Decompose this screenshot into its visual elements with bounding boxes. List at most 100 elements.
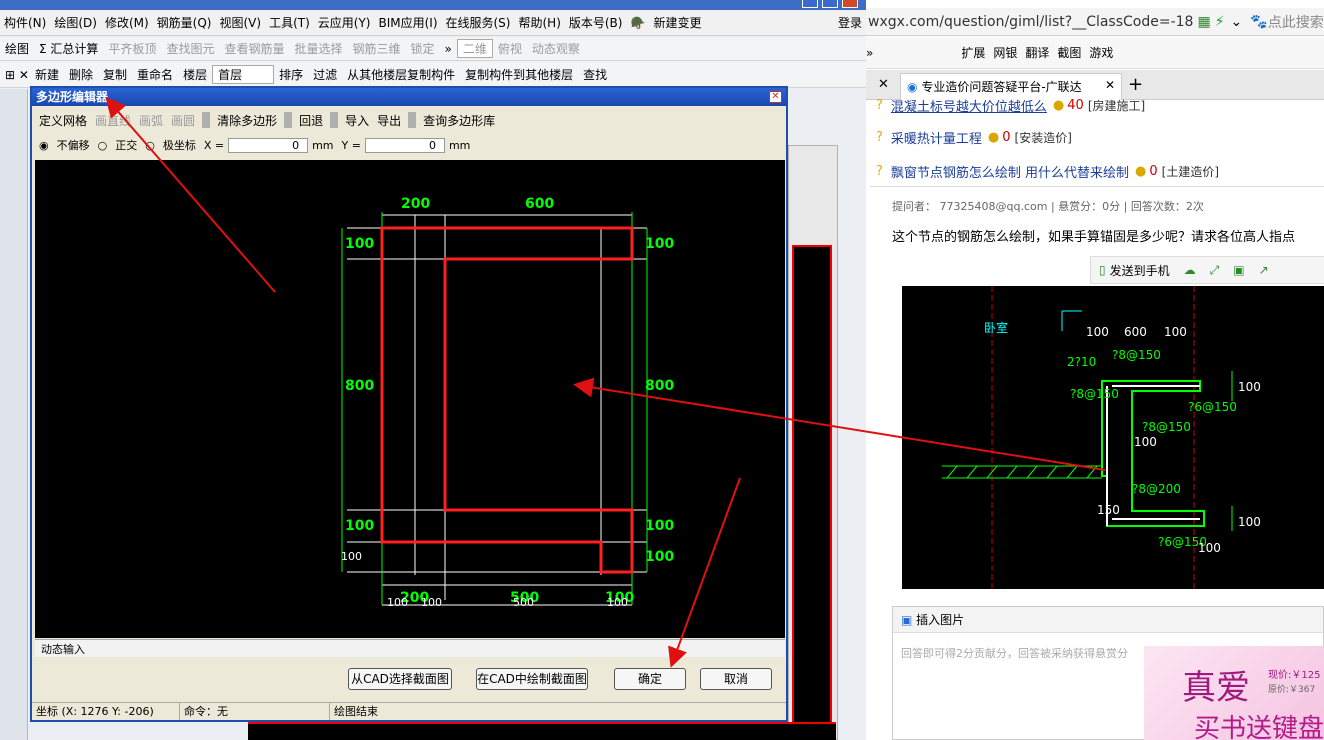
panel-pin-icon[interactable]: ⊞ ✕ — [0, 68, 30, 82]
rename-button[interactable]: 重命名 — [132, 66, 178, 83]
draw-in-cad-button[interactable]: 在CAD中绘制截面图 — [476, 668, 588, 690]
asker-name[interactable]: 77325408@qq.com — [940, 200, 1048, 213]
x-input[interactable]: 0 — [228, 137, 309, 153]
menu-item-cloud[interactable]: 云应用(Y) — [314, 14, 375, 31]
delete-button[interactable]: 删除 — [64, 66, 98, 83]
radio-ortho[interactable]: ○ — [94, 139, 112, 152]
question-item[interactable]: ? 飘窗节点钢筋怎么绘制 用什么代替来绘制 ● 0 [土建造价] — [876, 162, 1219, 181]
draw-circle-button[interactable]: 画圆 — [167, 112, 199, 129]
polar-label: 极坐标 — [162, 139, 196, 152]
tab-close-icon[interactable]: ✕ — [1105, 78, 1115, 92]
menu-item-tools[interactable]: 工具(T) — [265, 14, 314, 31]
qr-icon[interactable]: ▦ — [1197, 14, 1210, 30]
y-input[interactable]: 0 — [364, 137, 445, 153]
menu-item-version[interactable]: 版本号(B) — [565, 14, 627, 31]
radio-no-offset[interactable]: ◉ — [35, 139, 53, 152]
query-library-button[interactable]: 查询多边形库 — [419, 112, 499, 129]
view-rebar-button[interactable]: 查看钢筋量 — [219, 40, 289, 57]
draw-button[interactable]: 绘图 — [0, 40, 34, 57]
new-tab-icon[interactable]: + — [1128, 74, 1143, 95]
question-title[interactable]: 混凝土标号越大价位越低么 — [891, 97, 1047, 114]
search-hint[interactable]: 点此搜索 — [1268, 12, 1324, 32]
undo-button[interactable]: 回退 — [295, 112, 327, 129]
drawing-area[interactable] — [792, 245, 832, 735]
close-button[interactable] — [842, 0, 858, 8]
menu-item-view[interactable]: 视图(V) — [215, 14, 265, 31]
copy-button[interactable]: 复制 — [98, 66, 132, 83]
clear-polygon-button[interactable]: 清除多边形 — [213, 112, 281, 129]
view-mode-select[interactable]: 二维 — [456, 39, 493, 58]
find-element-button[interactable]: 查找图元 — [161, 40, 219, 57]
batch-select-button[interactable]: 批量选择 — [289, 40, 347, 57]
more-chevron-icon[interactable]: » — [440, 42, 457, 56]
cad-dim: 100 — [1198, 541, 1221, 555]
games-button[interactable]: 游戏 — [1089, 44, 1113, 61]
save-icon[interactable]: ▣ — [1233, 263, 1244, 277]
copy-to-floor-button[interactable]: 复制构件到其他楼层 — [460, 66, 578, 83]
menu-bar: 构件(N) 绘图(D) 修改(M) 钢筋量(Q) 视图(V) 工具(T) 云应用… — [0, 10, 866, 36]
dynamic-input-label[interactable]: 动态输入 — [41, 643, 85, 656]
find-button[interactable]: 查找 — [578, 66, 612, 83]
dialog-close-button[interactable]: ✕ — [769, 91, 782, 103]
question-item[interactable]: ? 混凝土标号越大价位越低么 ● 40 [房建施工] — [876, 97, 1145, 114]
ok-button[interactable]: 确定 — [614, 668, 686, 690]
export-button[interactable]: 导出 — [373, 112, 405, 129]
menu-item-online[interactable]: 在线服务(S) — [442, 14, 515, 31]
image-icon: ▣ — [901, 613, 913, 627]
dynamic-view-button[interactable]: 动态观察 — [527, 40, 585, 57]
tab-close-prev-icon[interactable]: ✕ — [878, 77, 889, 92]
share-icon[interactable]: ↗ — [1259, 263, 1269, 277]
sort-button[interactable]: 排序 — [274, 66, 308, 83]
copy-from-floor-button[interactable]: 从其他楼层复制构件 — [342, 66, 460, 83]
login-link[interactable]: 登录 — [834, 14, 866, 31]
chevron-down-icon[interactable]: ⌄ — [1231, 14, 1243, 30]
maximize-button[interactable] — [822, 0, 838, 8]
drawing-canvas[interactable]: 200 600 100 800 100 100 100 800 100 100 … — [35, 160, 785, 638]
menu-item-help[interactable]: 帮助(H) — [514, 14, 564, 31]
menu-item-draw[interactable]: 绘图(D) — [50, 14, 101, 31]
draw-arc-button[interactable]: 画弧 — [135, 112, 167, 129]
ortho-label: 正交 — [115, 139, 138, 152]
question-title[interactable]: 飘窗节点钢筋怎么绘制 用什么代替来绘制 — [891, 162, 1129, 181]
menu-item-bim[interactable]: BIM应用(I) — [374, 14, 441, 31]
cloud-icon[interactable]: ☁ — [1184, 263, 1196, 277]
draw-line-button[interactable]: 画直线 — [91, 112, 135, 129]
minimize-button[interactable] — [802, 0, 818, 8]
send-to-phone-button[interactable]: 发送到手机 — [1110, 262, 1170, 279]
bookmarks-more-icon[interactable]: » — [866, 46, 873, 60]
url-field[interactable]: wxgx.com/question/giml/list?__ClassCode=… — [866, 14, 1193, 30]
cancel-button[interactable]: 取消 — [700, 668, 772, 690]
define-grid-button[interactable]: 定义网格 — [35, 112, 91, 129]
extensions-button[interactable]: 扩展 — [961, 44, 985, 61]
new-button[interactable]: 新建 — [30, 66, 64, 83]
menu-item-modify[interactable]: 修改(M) — [101, 14, 153, 31]
no-offset-label: 不偏移 — [56, 139, 90, 152]
question-item[interactable]: ? 采暖热计量工程 ● 0 [安装造价] — [876, 128, 1072, 147]
insert-image-button[interactable]: 插入图片 — [916, 613, 964, 627]
lock-button[interactable]: 锁定 — [406, 40, 440, 57]
netbank-button[interactable]: 网银 — [993, 44, 1017, 61]
sum-button[interactable]: Σ 汇总计算 — [34, 40, 103, 57]
flat-slab-button[interactable]: 平齐板顶 — [103, 40, 161, 57]
cad-image[interactable]: 卧室 100 600 100 2?10 ?8@150 ?8@150 ?6@150… — [902, 286, 1324, 589]
rebar-3d-button[interactable]: 钢筋三维 — [347, 40, 405, 57]
fullscreen-icon[interactable]: ⤢ — [1210, 263, 1220, 278]
menu-item-rebar[interactable]: 钢筋量(Q) — [153, 14, 216, 31]
top-view-button[interactable]: 俯视 — [493, 40, 527, 57]
screenshot-button[interactable]: 截图 — [1057, 44, 1081, 61]
ad-banner[interactable]: 真爱 现价:￥125 原价:￥367 买书送键盘 — [1144, 646, 1324, 740]
ad-price-old: 原价:￥367 — [1268, 685, 1316, 695]
translate-button[interactable]: 翻译 — [1025, 44, 1049, 61]
filter-button[interactable]: 过滤 — [308, 66, 342, 83]
floor-select[interactable]: 首层 — [212, 65, 275, 84]
baidu-paw-icon[interactable]: 🐾 — [1250, 14, 1267, 30]
tab-active[interactable]: ◉ 专业造价问题答疑平台-广联达 ✕ — [900, 73, 1122, 100]
share-toolbar: ▯ 发送到手机 ☁ ⤢ ▣ ↗ — [1090, 256, 1324, 284]
new-change-button[interactable]: 新建变更 — [649, 14, 705, 31]
radio-polar[interactable]: ○ — [141, 139, 159, 152]
menu-item-component[interactable]: 构件(N) — [0, 14, 50, 31]
lightning-icon[interactable]: ⚡ — [1215, 14, 1225, 30]
from-cad-button[interactable]: 从CAD选择截面图 — [348, 668, 452, 690]
question-title[interactable]: 采暖热计量工程 — [891, 128, 982, 147]
import-button[interactable]: 导入 — [341, 112, 373, 129]
